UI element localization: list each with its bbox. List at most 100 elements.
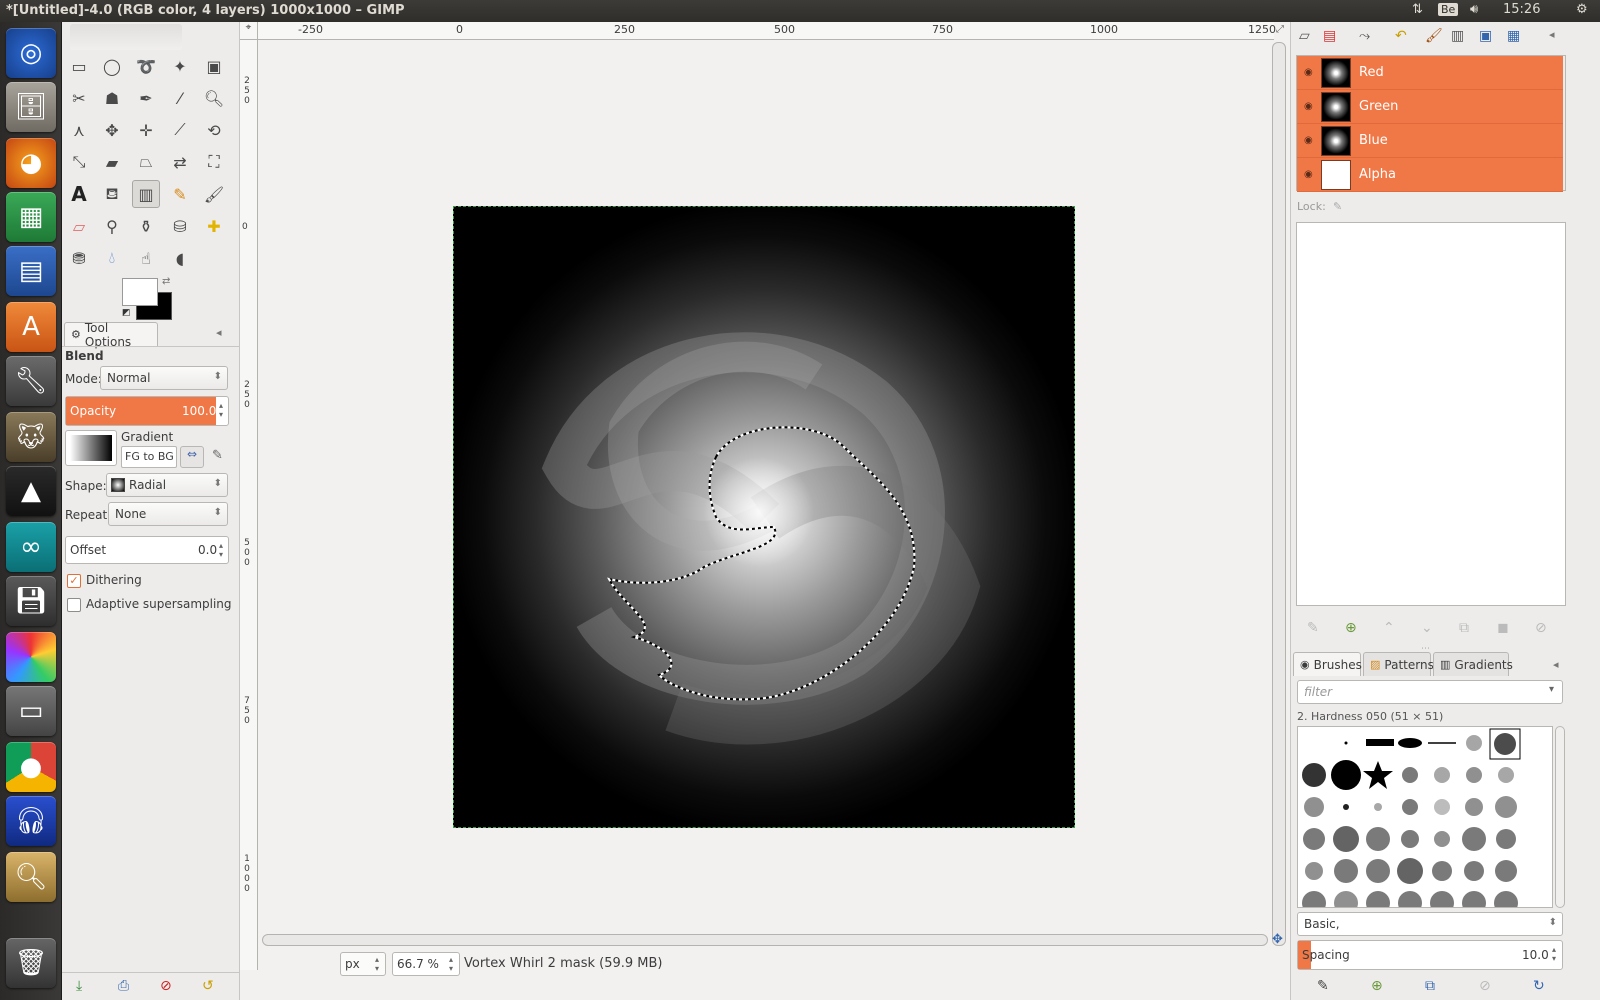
perspective-clone-tool-icon[interactable]: ⛃ <box>65 244 93 272</box>
offset-spin[interactable]: Offset 0.0 ▴ ▾ <box>65 536 229 564</box>
vertical-ruler[interactable]: 250 0 250 500 750 1000 <box>240 40 258 970</box>
channel-to-selection-icon[interactable]: ◼ <box>1497 620 1509 636</box>
layers-tab-icon[interactable]: ▱ <box>1299 28 1310 44</box>
new-channel-icon[interactable]: ⊕ <box>1345 620 1357 636</box>
chevron-down-icon[interactable]: ▾ <box>1549 684 1554 695</box>
document-history-tab-icon[interactable]: ▦ <box>1507 28 1520 44</box>
restore-options-icon[interactable]: ⎙ <box>118 978 129 994</box>
blend-tool-icon[interactable]: ▥ <box>132 180 160 208</box>
channels-tab-icon[interactable]: ▤ <box>1323 28 1336 44</box>
navigate-icon[interactable]: ✥ <box>1272 932 1283 947</box>
images-tab-icon[interactable]: ▣ <box>1479 28 1492 44</box>
measure-tool-icon[interactable]: ⋏ <box>65 116 93 144</box>
tab-brushes[interactable]: ◉ Brushes <box>1293 652 1362 676</box>
foreground-select-tool-icon[interactable]: ☗ <box>98 84 126 112</box>
perspective-tool-icon[interactable]: ⏢ <box>132 148 160 176</box>
blur-tool-icon[interactable]: 💧︎ <box>98 244 126 272</box>
settings-icon[interactable]: 🔧︎ <box>6 356 56 406</box>
new-brush-icon[interactable]: ⊕ <box>1371 978 1383 994</box>
brush-grid-scrollbar[interactable] <box>1555 726 1565 908</box>
flip-tool-icon[interactable]: ⇄ <box>166 148 194 176</box>
spacing-spin[interactable]: Spacing 10.0 ▴ ▾ <box>1297 940 1563 970</box>
cage-tool-icon[interactable]: ⛶ <box>200 148 228 176</box>
ubuntu-dash-icon[interactable]: ◎ <box>6 28 56 78</box>
settings-gear-icon[interactable]: ⚙ <box>1576 2 1588 17</box>
brush-grid[interactable] <box>1297 726 1553 908</box>
eraser-tool-icon[interactable]: ▱ <box>65 212 93 240</box>
software-center-icon[interactable]: A <box>6 302 56 352</box>
adaptive-supersampling-checkbox[interactable] <box>67 598 81 612</box>
fuzzy-select-tool-icon[interactable]: ✦ <box>166 52 194 80</box>
clock[interactable]: 15:26 <box>1503 2 1540 17</box>
color-picker-tool-icon[interactable]: ⁄ <box>166 84 194 112</box>
gradient-tab-icon[interactable]: ▥ <box>1451 28 1464 44</box>
scanner-icon[interactable]: ▭ <box>6 686 56 736</box>
unit-select[interactable]: px ▴ ▾ <box>340 952 386 976</box>
zoom-fit-icon[interactable]: ⤢ <box>1276 24 1284 35</box>
channel-row-green[interactable]: ◉ Green <box>1297 90 1563 124</box>
delete-brush-icon[interactable]: ⊘ <box>1479 978 1491 994</box>
reverse-gradient-icon[interactable]: ⇔ <box>180 446 204 468</box>
eye-icon[interactable]: ◉ <box>1304 67 1314 78</box>
configure-tab-icon[interactable]: ◂ <box>1553 658 1559 671</box>
configure-tab-icon[interactable]: ◂ <box>216 326 222 339</box>
network-icon[interactable]: ⇅ <box>1412 2 1423 17</box>
inkscape-icon[interactable]: ▲ <box>6 466 56 516</box>
swap-colors-icon[interactable]: ⇄ <box>162 276 170 287</box>
vertical-scrollbar[interactable] <box>1272 42 1286 946</box>
refresh-brushes-icon[interactable]: ↻ <box>1533 978 1545 994</box>
tab-gradients[interactable]: ▥ Gradients <box>1433 652 1513 676</box>
color-select-tool-icon[interactable]: ▣ <box>200 52 228 80</box>
quick-mask-corner-icon[interactable]: ⌖ <box>240 22 258 40</box>
horizontal-scrollbar[interactable] <box>262 934 1268 946</box>
duplicate-channel-icon[interactable]: ⧉ <box>1459 620 1469 636</box>
paths-tool-icon[interactable]: ✒ <box>132 84 160 112</box>
brush-tab-icon[interactable]: 🖌︎ <box>1425 28 1443 44</box>
align-tool-icon[interactable]: ✛ <box>132 116 160 144</box>
gradient-name-field[interactable]: FG to BG ( <box>121 446 177 468</box>
scale-tool-icon[interactable]: ⤡ <box>65 148 93 176</box>
paintbrush-tool-icon[interactable]: 🖌︎ <box>200 180 228 208</box>
dodge-burn-tool-icon[interactable]: ◖ <box>166 244 194 272</box>
horizontal-ruler[interactable]: -250 0 250 500 750 1000 1250 <box>258 22 1276 40</box>
save-icon[interactable]: 💾︎ <box>6 576 56 626</box>
eye-icon[interactable]: ◉ <box>1304 135 1314 146</box>
brush-preset-select[interactable]: Basic, <box>1297 912 1563 936</box>
heal-tool-icon[interactable]: ✚ <box>200 212 228 240</box>
opacity-spin[interactable]: Opacity 100.0 ▴ ▾ <box>65 396 229 426</box>
tab-tool-options[interactable]: ⚙ Tool Options <box>64 321 158 349</box>
lock-pixels-icon[interactable]: ✎ <box>1333 200 1342 213</box>
delete-options-icon[interactable]: ⊘ <box>160 978 172 994</box>
undo-history-tab-icon[interactable]: ↶ <box>1395 28 1407 44</box>
scissors-tool-icon[interactable]: ✂ <box>65 84 93 112</box>
arduino-icon[interactable]: ∞ <box>6 522 56 572</box>
ink-tool-icon[interactable]: ⚱ <box>132 212 160 240</box>
bucket-fill-tool-icon[interactable]: ⛾ <box>98 180 126 208</box>
mode-select[interactable]: Normal <box>100 366 228 390</box>
text-tool-icon[interactable]: A <box>65 180 93 208</box>
paths-tab-icon[interactable]: ⤳ <box>1359 28 1370 44</box>
channel-row-alpha[interactable]: ◉ Alpha <box>1297 158 1563 192</box>
shear-tool-icon[interactable]: ▰ <box>98 148 126 176</box>
firefox-icon[interactable]: ◕ <box>6 138 56 188</box>
brush-filter-input[interactable]: filter <box>1297 680 1563 704</box>
keyboard-indicator[interactable]: Be <box>1438 3 1459 16</box>
shotwell-icon[interactable] <box>6 632 56 682</box>
duplicate-brush-icon[interactable]: ⧉ <box>1425 978 1435 994</box>
free-select-tool-icon[interactable]: ➰ <box>132 52 160 80</box>
lower-channel-icon[interactable]: ⌄ <box>1421 620 1433 636</box>
rect-select-tool-icon[interactable]: ▭ <box>65 52 93 80</box>
smudge-tool-icon[interactable]: ☝ <box>132 244 160 272</box>
repeat-select[interactable]: None <box>108 502 228 526</box>
channel-row-red[interactable]: ◉ Red <box>1297 56 1563 90</box>
channel-row-blue[interactable]: ◉ Blue <box>1297 124 1563 158</box>
foreground-color-swatch[interactable] <box>122 278 158 306</box>
chrome-icon[interactable]: ● <box>6 742 56 792</box>
writer-icon[interactable]: ▤ <box>6 246 56 296</box>
image-canvas[interactable] <box>453 206 1075 828</box>
audacity-icon[interactable]: 🎧︎ <box>6 796 56 846</box>
tab-patterns[interactable]: ▨ Patterns <box>1363 652 1434 676</box>
move-tool-icon[interactable]: ✥ <box>98 116 126 144</box>
gimp-icon[interactable]: 🐺︎ <box>6 412 56 462</box>
delete-channel-icon[interactable]: ⊘ <box>1535 620 1547 636</box>
